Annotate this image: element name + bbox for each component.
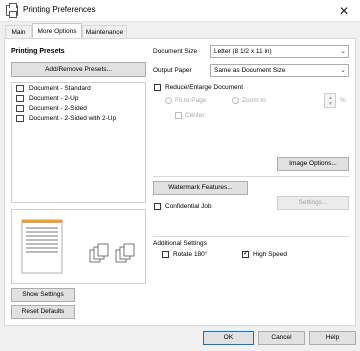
fit-to-page-radio[interactable] (165, 97, 172, 104)
tab-main[interactable]: Main (5, 25, 32, 38)
confidential-settings-button[interactable]: Settings... (277, 196, 349, 210)
layout-preview-graphic (21, 219, 135, 274)
output-paper-select[interactable]: Same as Document Size ⌄ (210, 64, 349, 77)
high-speed-checkbox[interactable] (242, 249, 249, 258)
confidential-job-label: Confidential Job (165, 203, 212, 210)
image-options-button[interactable]: Image Options... (277, 157, 349, 171)
divider (153, 236, 349, 237)
add-remove-presets-button[interactable]: Add/Remove Presets... (11, 62, 146, 77)
presets-list: Document - Standard Document - 2-Up Docu… (11, 82, 146, 203)
two-up-icon (16, 95, 24, 102)
chevron-down-icon: ⌄ (340, 67, 346, 74)
show-settings-button[interactable]: Show Settings (11, 288, 75, 302)
reset-defaults-button[interactable]: Reset Defaults (11, 305, 75, 319)
fit-to-page-label: Fit to Page (175, 97, 207, 104)
close-icon[interactable]: ✕ (335, 2, 353, 20)
output-paper-value: Same as Document Size (214, 67, 286, 74)
center-label: Center (185, 112, 205, 119)
spinner-down-icon[interactable]: ▼ (328, 101, 333, 107)
document-size-label: Document Size (153, 48, 198, 55)
document-size-select[interactable]: Letter (8 1/2 x 11 in) ⌄ (210, 45, 349, 58)
tab-more-options[interactable]: More Options (32, 23, 82, 39)
percent-label: % (340, 97, 346, 104)
chevron-down-icon: ⌄ (340, 48, 346, 55)
zoom-to-radio[interactable] (232, 97, 239, 104)
high-speed-label: High Speed (253, 251, 287, 258)
document-size-value: Letter (8 1/2 x 11 in) (214, 48, 272, 55)
watermark-features-button[interactable]: Watermark Features... (153, 181, 248, 195)
output-paper-label: Output Paper (153, 67, 192, 74)
ok-button[interactable]: OK (203, 331, 254, 345)
zoom-spinner[interactable]: ▲ ▼ (324, 93, 336, 108)
help-button[interactable]: Help (309, 331, 356, 345)
reduce-enlarge-checkbox[interactable] (154, 84, 161, 91)
confidential-job-checkbox[interactable] (154, 203, 161, 210)
page-preview (11, 209, 146, 284)
two-sided-icon (16, 105, 24, 112)
rotate-180-checkbox[interactable] (162, 251, 169, 258)
two-sided-two-up-icon (16, 115, 24, 122)
document-icon (16, 85, 24, 92)
reduce-enlarge-label: Reduce/Enlarge Document (165, 84, 244, 91)
window-title: Printing Preferences (23, 5, 96, 14)
additional-settings-title: Additional Settings (153, 240, 207, 247)
printer-icon (6, 3, 18, 18)
tab-maintenance[interactable]: Maintenance (82, 25, 127, 38)
zoom-to-label: Zoom to (242, 97, 266, 104)
title-bar: Printing Preferences ✕ (0, 0, 360, 22)
divider (153, 176, 349, 177)
cancel-button[interactable]: Cancel (258, 331, 305, 345)
center-checkbox[interactable] (175, 112, 182, 119)
printing-presets-title: Printing Presets (11, 48, 65, 55)
rotate-180-label: Rotate 180° (173, 251, 208, 258)
collate-icon (115, 243, 135, 263)
copies-icon (89, 243, 109, 263)
